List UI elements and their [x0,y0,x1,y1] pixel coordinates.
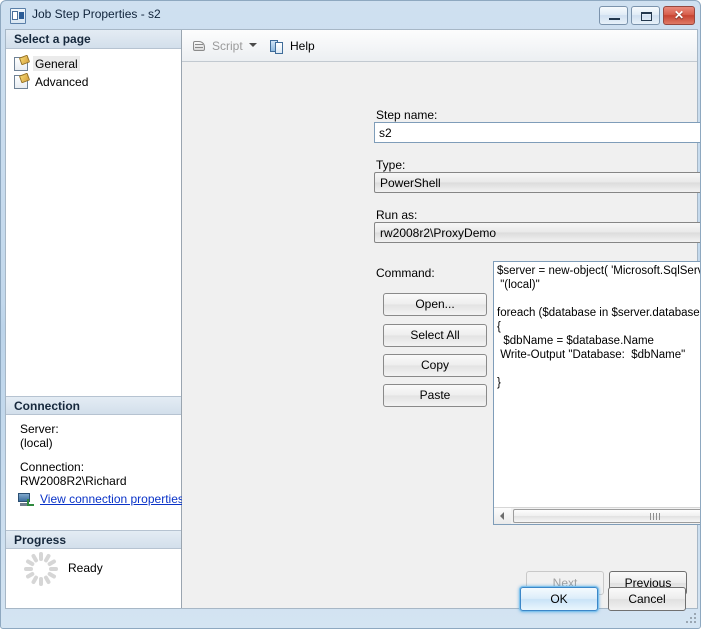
dialog-body: Select a page General Advanced Connectio… [5,29,700,609]
job-step-properties-dialog: Job Step Properties - s2 ✕ Select a page… [0,0,701,629]
view-connection-properties-link[interactable]: View connection properties [40,492,184,506]
run-as-dropdown[interactable]: rw2008r2\ProxyDemo [374,222,700,243]
main-pane: Script Help Step name: Type: PowerShell … [182,30,700,608]
help-button[interactable]: Help [268,35,315,57]
help-label: Help [290,39,315,53]
select-all-button[interactable]: Select All [383,324,487,347]
command-script-text[interactable]: $server = new-object( 'Microsoft.SqlServ… [497,264,700,506]
page-icon [14,54,31,71]
properties-window-icon [10,8,26,24]
sidebar-item-label: Advanced [35,75,89,89]
server-value: (local) [20,436,53,450]
paste-button[interactable]: Paste [383,384,487,407]
connection-section-header: Connection [6,396,181,415]
copy-button[interactable]: Copy [383,354,487,377]
command-horizontal-scrollbar[interactable] [494,507,700,524]
help-icon [270,39,285,54]
horizontal-scroll-thumb[interactable] [513,509,700,523]
run-as-label: Run as: [376,208,418,222]
script-button[interactable]: Script [190,35,243,57]
sidebar-item-label: General [33,56,80,71]
sidebar: Select a page General Advanced Connectio… [6,30,184,608]
maximize-button[interactable] [631,6,660,25]
ok-button[interactable]: OK [520,587,598,611]
scroll-left-arrow-icon[interactable] [494,508,511,524]
type-label: Type: [376,158,406,172]
server-label: Server: [20,422,59,436]
minimize-icon [609,18,620,20]
chevron-down-icon[interactable] [249,43,257,47]
minimize-button[interactable] [599,6,628,25]
title-bar[interactable]: Job Step Properties - s2 ✕ [1,1,700,31]
select-a-page-header: Select a page [6,30,181,49]
server-connection-icon [18,493,34,507]
progress-section-header: Progress [6,530,181,549]
command-label: Command: [376,266,435,280]
step-name-input[interactable] [374,122,700,143]
maximize-icon [641,12,652,21]
dialog-footer: OK Cancel [1,579,700,628]
cancel-button[interactable]: Cancel [608,587,686,611]
close-button[interactable]: ✕ [663,6,695,25]
script-icon [192,39,207,54]
step-name-label: Step name: [376,108,438,122]
toolbar: Script Help [182,30,697,62]
type-dropdown[interactable]: PowerShell [374,172,700,193]
connection-label: Connection: [20,460,85,474]
close-icon: ✕ [673,8,685,22]
page-icon [14,72,31,89]
window-title: Job Step Properties - s2 [32,7,161,21]
open-button[interactable]: Open... [383,293,487,316]
command-text-area[interactable]: $server = new-object( 'Microsoft.SqlServ… [493,261,700,525]
connection-value: RW2008R2\Richard [20,474,127,488]
type-selected-value: PowerShell [380,176,441,190]
script-label: Script [212,39,243,53]
resize-grip[interactable] [686,613,698,625]
run-as-selected-value: rw2008r2\ProxyDemo [380,226,497,240]
progress-status: Ready [68,561,103,575]
